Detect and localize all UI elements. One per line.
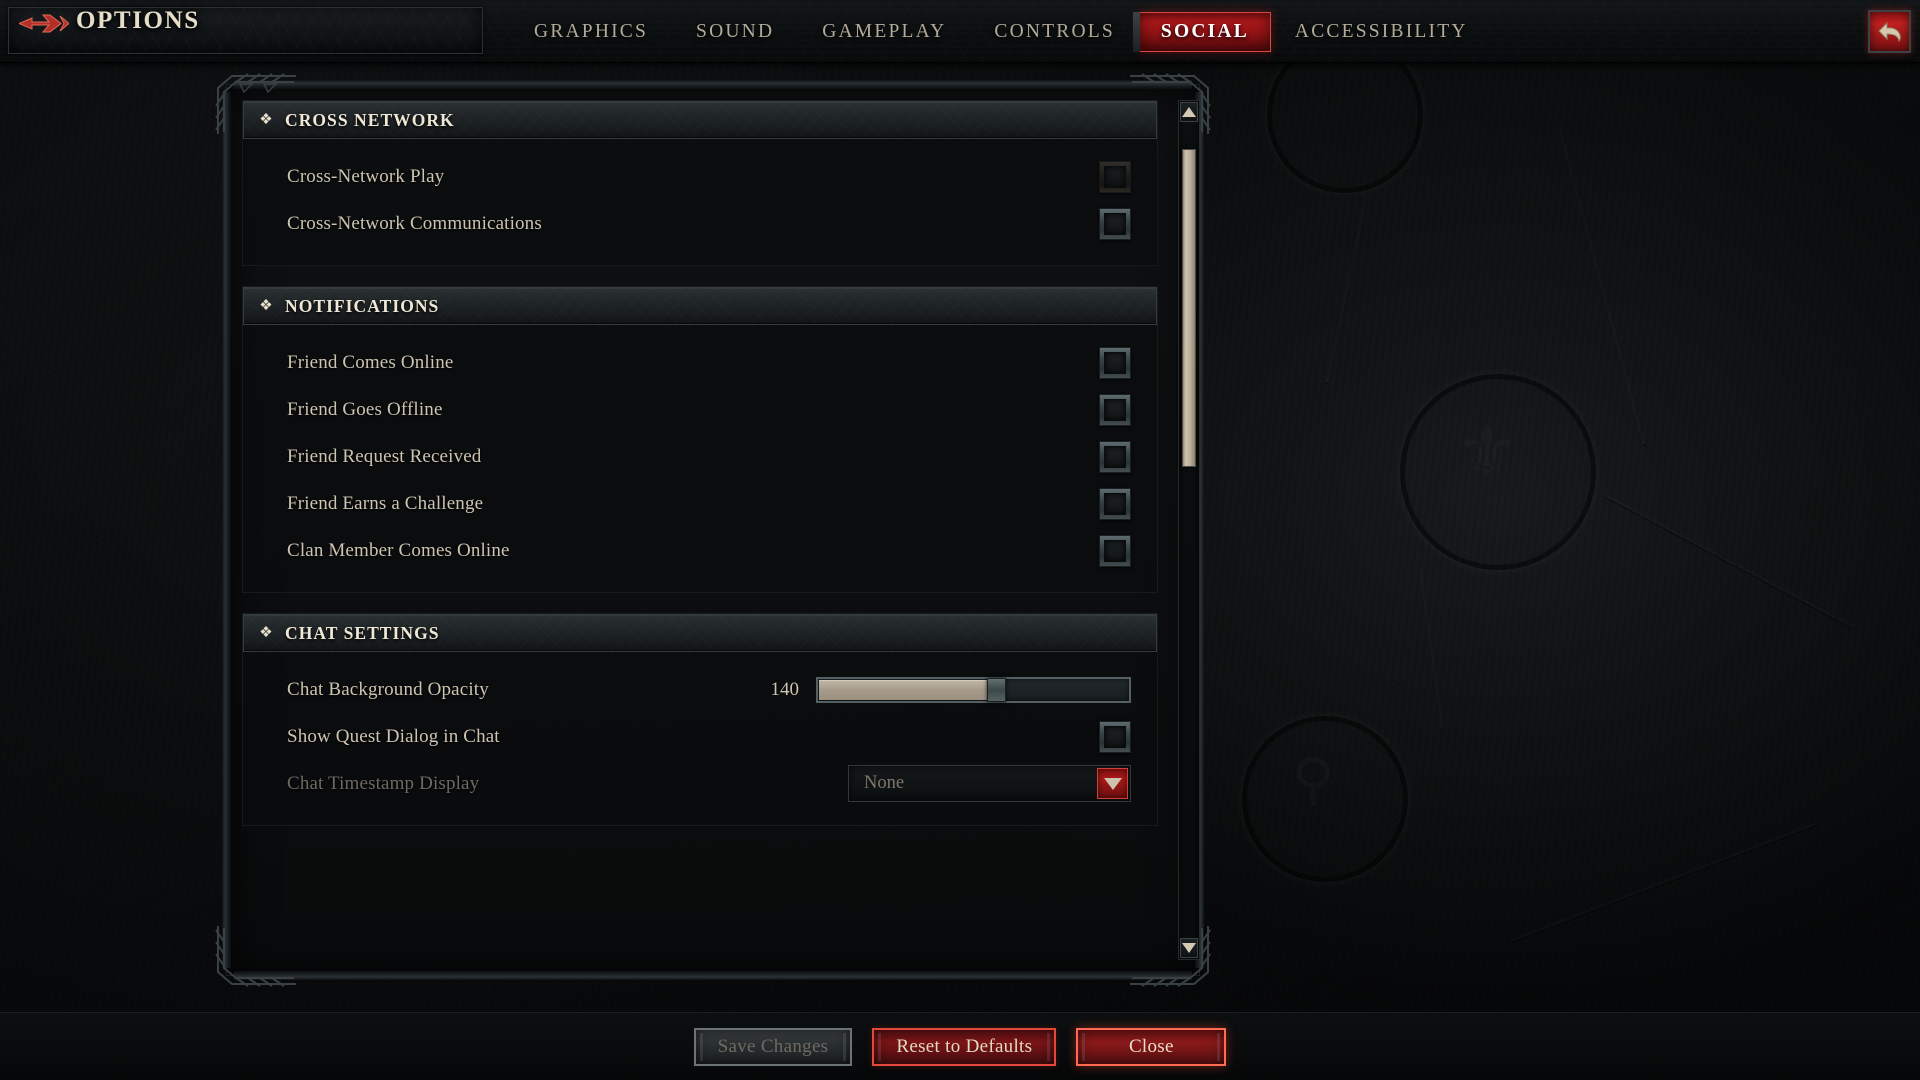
- arrow-right-icon[interactable]: [19, 12, 69, 35]
- sigil-line: [1419, 571, 1444, 730]
- settings-scroll-area[interactable]: ❖ CROSS NETWORK Cross-Network Play Cross-Ne…: [242, 100, 1158, 960]
- section-title: CHAT SETTINGS: [285, 622, 440, 643]
- setting-label: Friend Goes Offline: [287, 398, 443, 420]
- sigil-line: [1325, 197, 1367, 383]
- setting-control: [1099, 534, 1131, 567]
- options-panel: ❖ CROSS NETWORK Cross-Network Play Cross-Ne…: [212, 70, 1214, 990]
- section-body: Cross-Network Play Cross-Network Communic…: [243, 139, 1157, 265]
- setting-label: Chat Background Opacity: [287, 678, 489, 700]
- sigil-line: [1557, 125, 1645, 445]
- setting-control: [1099, 346, 1131, 379]
- tab-sound[interactable]: SOUND: [672, 12, 798, 52]
- timestamp-dropdown[interactable]: None: [848, 765, 1131, 802]
- setting-label: Friend Request Received: [287, 445, 482, 467]
- undo-arrow-icon: [1877, 21, 1901, 42]
- panel-frame-left: [222, 92, 231, 968]
- section-header: ❖ CROSS NETWORK: [243, 101, 1157, 139]
- setting-label: Cross-Network Communications: [287, 212, 542, 234]
- sigil-glyph: ⚜: [1455, 409, 1520, 493]
- section-header: ❖ CHAT SETTINGS: [243, 614, 1157, 652]
- triangle-down-icon: [1182, 943, 1196, 953]
- options-tab-list: GRAPHICS SOUND GAMEPLAY CONTROLS SOCIAL ACCES…: [510, 0, 1492, 63]
- diamond-sparkle-icon: ❖: [259, 298, 273, 314]
- settings-row: Cross-Network Communications: [243, 200, 1157, 247]
- tab-accessibility[interactable]: ACCESSIBILITY: [1271, 12, 1492, 52]
- settings-row: Friend Comes Online: [243, 339, 1157, 386]
- vertical-scrollbar[interactable]: [1178, 100, 1200, 960]
- settings-row: Friend Earns a Challenge: [243, 480, 1157, 527]
- save-changes-button: Save Changes: [693, 1027, 853, 1066]
- panel-frame-bottom: [234, 971, 1192, 980]
- settings-row: Friend Goes Offline: [243, 386, 1157, 433]
- checkbox[interactable]: [1099, 160, 1131, 193]
- checkbox[interactable]: [1099, 720, 1131, 753]
- slider-thumb[interactable]: [987, 677, 1007, 702]
- settings-row: Show Quest Dialog in Chat: [243, 713, 1157, 760]
- setting-control: [1099, 487, 1131, 520]
- section-body: Friend Comes Online Friend Goes Offline Fr…: [243, 325, 1157, 592]
- setting-control: [1099, 207, 1131, 240]
- setting-label: Friend Earns a Challenge: [287, 492, 484, 514]
- top-navigation-bar: OPTIONS GRAPHICS SOUND GAMEPLAY CONTROLS SOC…: [0, 0, 1920, 63]
- checkbox[interactable]: [1099, 346, 1131, 379]
- setting-control: [1099, 393, 1131, 426]
- tab-controls[interactable]: CONTROLS: [970, 12, 1139, 52]
- scroll-up-button[interactable]: [1180, 102, 1198, 122]
- settings-section: ❖ CROSS NETWORK Cross-Network Play Cross-Ne…: [242, 100, 1158, 266]
- panel-frame-top: [234, 80, 1192, 89]
- sigil-line: [1510, 821, 1819, 942]
- scroll-down-button[interactable]: [1180, 938, 1198, 958]
- close-button[interactable]: Close: [1076, 1027, 1227, 1066]
- setting-control: None: [848, 765, 1131, 802]
- slider-fill: [819, 679, 991, 700]
- scrollbar-thumb[interactable]: [1182, 148, 1196, 467]
- setting-label: Show Quest Dialog in Chat: [287, 725, 500, 747]
- setting-label: Friend Comes Online: [287, 351, 454, 373]
- setting-control: [1099, 440, 1131, 473]
- setting-label: Clan Member Comes Online: [287, 539, 510, 561]
- chevron-down-icon: [1103, 777, 1122, 790]
- tab-social[interactable]: SOCIAL: [1132, 11, 1271, 52]
- section-body: Chat Background Opacity 140 Show Quest Dia…: [243, 652, 1157, 825]
- tab-gameplay[interactable]: GAMEPLAY: [798, 12, 970, 52]
- section-title: CROSS NETWORK: [285, 109, 455, 130]
- section-title: NOTIFICATIONS: [285, 295, 440, 316]
- diamond-sparkle-icon: ❖: [259, 112, 273, 128]
- diamond-sparkle-icon: ❖: [259, 625, 273, 641]
- footer-button-bar: Save Changes Reset to Defaults Close: [0, 1012, 1920, 1080]
- triangle-up-icon: [1182, 107, 1196, 117]
- checkbox[interactable]: [1099, 207, 1131, 240]
- reset-to-defaults-button[interactable]: Reset to Defaults: [872, 1027, 1057, 1066]
- dropdown-value: None: [864, 773, 905, 793]
- checkbox[interactable]: [1099, 440, 1131, 473]
- back-button[interactable]: [1868, 10, 1911, 53]
- settings-row: Clan Member Comes Online: [243, 527, 1157, 574]
- setting-control: [1099, 720, 1131, 753]
- section-header: ❖ NOTIFICATIONS: [243, 287, 1157, 325]
- dropdown-expand-button[interactable]: [1097, 768, 1128, 799]
- opacity-slider[interactable]: [816, 676, 1131, 703]
- tab-graphics[interactable]: GRAPHICS: [510, 12, 672, 52]
- checkbox[interactable]: [1099, 534, 1131, 567]
- sigil-line: [1606, 494, 1855, 628]
- settings-row: Chat Timestamp Display None: [243, 760, 1157, 807]
- sigil-glyph: ⚲: [1292, 745, 1335, 813]
- page-title: OPTIONS: [76, 7, 200, 34]
- setting-label: Chat Timestamp Display: [287, 772, 480, 794]
- settings-section: ❖ NOTIFICATIONS Friend Comes Online Friend …: [242, 286, 1158, 593]
- slider-value: 140: [770, 678, 800, 700]
- setting-control: [1099, 160, 1131, 193]
- setting-control: 140: [761, 676, 1131, 703]
- settings-section: ❖ CHAT SETTINGS Chat Background Opacity 140…: [242, 613, 1158, 826]
- settings-row: Chat Background Opacity 140: [243, 666, 1157, 713]
- setting-label: Cross-Network Play: [287, 165, 445, 187]
- settings-row: Cross-Network Play: [243, 153, 1157, 200]
- checkbox[interactable]: [1099, 393, 1131, 426]
- checkbox[interactable]: [1099, 487, 1131, 520]
- settings-row: Friend Request Received: [243, 433, 1157, 480]
